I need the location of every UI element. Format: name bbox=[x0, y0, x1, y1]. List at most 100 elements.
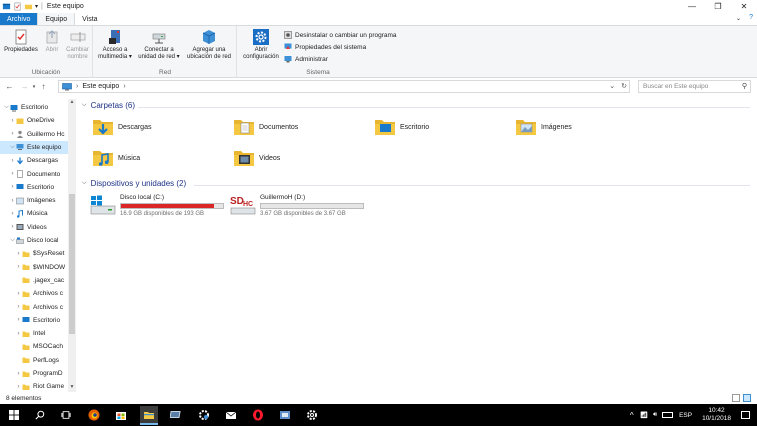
tree-expand-chevron-icon[interactable]: › bbox=[15, 251, 22, 257]
minimize-button[interactable]: — bbox=[679, 0, 705, 13]
tree-expand-chevron-icon[interactable]: › bbox=[9, 118, 16, 124]
abrir-configuracion-button[interactable]: Abrir configuración bbox=[240, 29, 282, 61]
nav-scrollbar[interactable]: ▲ ▼ bbox=[68, 99, 76, 392]
tablet-app-icon[interactable] bbox=[168, 407, 184, 423]
breadcrumb-este-equipo[interactable]: Este equipo bbox=[82, 83, 119, 90]
tree-item-msocach[interactable]: MSOCach bbox=[0, 340, 68, 353]
tree-expand-chevron-icon[interactable]: › bbox=[9, 131, 16, 137]
propiedades-button[interactable]: Propiedades bbox=[3, 29, 39, 54]
search-icon[interactable]: ⚲ bbox=[742, 82, 747, 90]
tree-expand-chevron-icon[interactable]: › bbox=[15, 317, 22, 323]
new-folder-quick-icon[interactable] bbox=[24, 2, 33, 11]
collapse-ribbon-icon[interactable]: ⌄ bbox=[736, 15, 741, 22]
scroll-down-icon[interactable]: ▼ bbox=[68, 384, 76, 392]
file-explorer-taskbar-icon[interactable] bbox=[140, 406, 158, 425]
refresh-icon[interactable]: ↻ bbox=[621, 82, 627, 90]
keyboard-icon[interactable] bbox=[662, 412, 674, 418]
tree-expand-chevron-icon[interactable]: ⌵ bbox=[3, 104, 10, 111]
drive-sdhc-d[interactable]: SD HC GuillermoH (D:) 3.67 GB disponibles d… bbox=[230, 194, 364, 220]
tree-item-riot-game[interactable]: › Riot Game bbox=[0, 380, 68, 392]
tree-item-sysreset[interactable]: › $SysReset bbox=[0, 247, 68, 260]
tree-item-este-equipo[interactable]: ⌵ Este equipo bbox=[0, 140, 68, 154]
volume-icon[interactable]: 🔊︎ bbox=[653, 411, 657, 419]
language-indicator[interactable]: ESP bbox=[679, 412, 692, 419]
tree-item-programd[interactable]: › ProgramD bbox=[0, 367, 68, 380]
tree-item-onedrive[interactable]: › OneDrive bbox=[0, 114, 68, 127]
folder-imágenes[interactable]: Imágenes bbox=[515, 115, 572, 139]
windows-start-icon[interactable] bbox=[6, 407, 22, 423]
search-input[interactable]: Buscar en Este equipo ⚲ bbox=[638, 80, 751, 93]
tree-expand-chevron-icon[interactable]: › bbox=[9, 171, 16, 177]
tree-item-música[interactable]: › Música bbox=[0, 207, 68, 220]
folder-videos[interactable]: Videos bbox=[233, 146, 280, 170]
desinstalar-programa-button[interactable]: Desinstalar o cambiar un programa bbox=[284, 31, 397, 39]
large-icons-view-button[interactable] bbox=[743, 394, 751, 402]
up-arrow-icon[interactable]: ↑ bbox=[38, 82, 49, 91]
tree-expand-chevron-icon[interactable]: › bbox=[15, 384, 22, 390]
conectar-unidad-red-button[interactable]: Conectar a unidad de red ▾ bbox=[136, 29, 182, 61]
tree-item-escritorio[interactable]: › Escritorio bbox=[0, 181, 68, 194]
tree-expand-chevron-icon[interactable]: ⌵ bbox=[9, 237, 16, 244]
tree-item-archivos-c[interactable]: › Archivos c bbox=[0, 287, 68, 300]
network-wifi-icon[interactable]: 📶︎ bbox=[640, 411, 648, 419]
store-icon[interactable] bbox=[113, 407, 129, 423]
quick-access-dropdown-icon[interactable]: ▾ bbox=[35, 3, 38, 10]
tree-item-archivos-c[interactable]: › Archivos c bbox=[0, 301, 68, 314]
tab-archivo[interactable]: Archivo bbox=[0, 13, 38, 25]
tree-item-imágenes[interactable]: › Imágenes bbox=[0, 194, 68, 207]
breadcrumb-chevron-icon[interactable]: › bbox=[123, 83, 125, 90]
tree-item-window[interactable]: › $WINDOW bbox=[0, 261, 68, 274]
details-view-button[interactable] bbox=[732, 394, 740, 402]
address-dropdown-icon[interactable]: ⌄ bbox=[609, 82, 615, 90]
tree-expand-chevron-icon[interactable]: › bbox=[9, 211, 16, 217]
tree-item-descargas[interactable]: › Descargas bbox=[0, 154, 68, 167]
tree-item-escritorio[interactable]: › Escritorio bbox=[0, 314, 68, 327]
drives-section-header[interactable]: ⌵ Dispositivos y unidades (2) bbox=[82, 179, 186, 188]
search-taskbar-icon[interactable] bbox=[32, 407, 48, 423]
app-taskbar-icon[interactable] bbox=[277, 407, 293, 423]
tree-expand-chevron-icon[interactable]: ⌵ bbox=[9, 144, 16, 151]
tree-item-escritorio[interactable]: ⌵ Escritorio bbox=[0, 101, 68, 114]
recent-locations-chevron-icon[interactable]: ▾ bbox=[30, 84, 38, 90]
tree-expand-chevron-icon[interactable]: › bbox=[9, 158, 16, 164]
tree-item-documento[interactable]: › Documento bbox=[0, 168, 68, 181]
settings-taskbar-icon-2[interactable] bbox=[304, 407, 320, 423]
forward-arrow-icon[interactable]: → bbox=[19, 82, 30, 91]
tab-vista[interactable]: Vista bbox=[75, 13, 104, 25]
tree-expand-chevron-icon[interactable]: › bbox=[15, 291, 22, 297]
tree-item-guillermo-hc[interactable]: › Guillermo Hc bbox=[0, 128, 68, 141]
tree-item-jagex-cac[interactable]: .jagex_cac bbox=[0, 274, 68, 287]
tree-item-intel[interactable]: › Intel bbox=[0, 327, 68, 340]
mail-icon[interactable] bbox=[223, 407, 239, 423]
tree-expand-chevron-icon[interactable]: › bbox=[15, 331, 22, 337]
help-icon[interactable]: ? bbox=[749, 14, 753, 21]
tree-item-disco-local[interactable]: ⌵ Disco local bbox=[0, 234, 68, 247]
back-arrow-icon[interactable]: ← bbox=[4, 82, 15, 91]
folder-escritorio[interactable]: Escritorio bbox=[374, 115, 429, 139]
breadcrumb-separator-icon[interactable]: › bbox=[76, 83, 78, 90]
clock[interactable]: 10:42 10/1/2018 bbox=[702, 407, 731, 423]
collapse-drives-icon[interactable]: ⌵ bbox=[82, 180, 87, 187]
tree-expand-chevron-icon[interactable]: › bbox=[9, 224, 16, 230]
folder-música[interactable]: Música bbox=[92, 146, 140, 170]
tree-expand-chevron-icon[interactable]: › bbox=[15, 304, 22, 310]
properties-quick-icon[interactable] bbox=[13, 2, 22, 11]
scroll-up-icon[interactable]: ▲ bbox=[68, 99, 76, 107]
collapse-folders-icon[interactable]: ⌵ bbox=[82, 102, 87, 109]
nav-scroll-thumb[interactable] bbox=[69, 194, 75, 334]
cambiar-nombre-button[interactable]: Cambiar nombre bbox=[64, 29, 91, 61]
action-center-icon[interactable] bbox=[741, 411, 750, 419]
opera-icon[interactable] bbox=[250, 407, 266, 423]
acceso-multimedia-button[interactable]: Acceso a multimedia ▾ bbox=[96, 29, 134, 61]
propiedades-sistema-button[interactable]: Propiedades del sistema bbox=[284, 43, 366, 51]
tree-expand-chevron-icon[interactable]: › bbox=[9, 198, 16, 204]
tree-expand-chevron-icon[interactable]: › bbox=[9, 184, 16, 190]
tab-equipo[interactable]: Equipo bbox=[37, 13, 76, 25]
folders-section-header[interactable]: ⌵ Carpetas (6) bbox=[82, 101, 135, 110]
tree-item-videos[interactable]: › Videos bbox=[0, 221, 68, 234]
maximize-button[interactable]: ❐ bbox=[705, 0, 731, 13]
abrir-button[interactable]: Abrir bbox=[42, 29, 62, 54]
task-view-icon[interactable] bbox=[58, 407, 74, 423]
close-button[interactable]: ✕ bbox=[731, 0, 757, 13]
folder-documentos[interactable]: Documentos bbox=[233, 115, 298, 139]
